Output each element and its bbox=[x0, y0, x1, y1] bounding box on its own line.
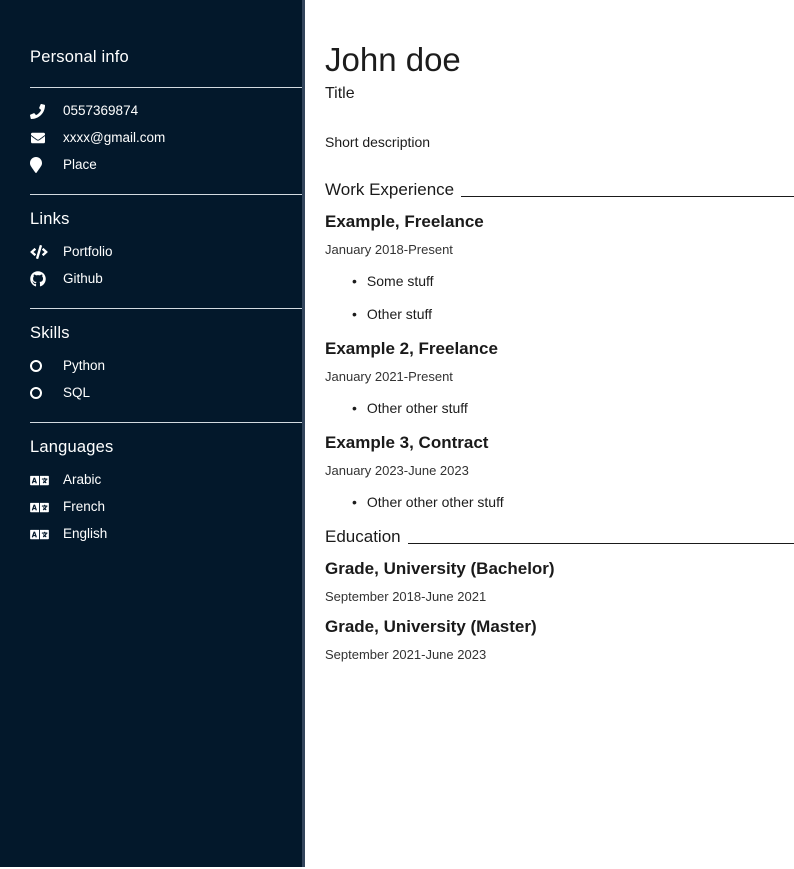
section-divider bbox=[30, 422, 302, 423]
work-entry-bullets: Some stuff Other stuff bbox=[325, 273, 794, 323]
skill-label: SQL bbox=[63, 384, 90, 402]
language-icon bbox=[30, 473, 50, 488]
skill-label: Python bbox=[63, 357, 105, 375]
work-experience-title: Work Experience bbox=[325, 180, 454, 200]
section-divider bbox=[30, 87, 302, 88]
language-icon bbox=[30, 500, 50, 515]
github-icon bbox=[30, 271, 50, 287]
language-label: Arabic bbox=[63, 471, 101, 489]
phone-icon bbox=[30, 104, 50, 119]
personal-info-items: 0557369874 xxxx@gmail.com Place bbox=[30, 102, 302, 174]
skills-items: Python SQL bbox=[30, 357, 302, 402]
short-description: Short description bbox=[325, 134, 794, 150]
language-label: English bbox=[63, 525, 107, 543]
code-icon bbox=[30, 245, 50, 259]
skill-item: SQL bbox=[30, 384, 302, 402]
bullet-item: Other other other stuff bbox=[352, 494, 794, 511]
work-entry-date: January 2021-Present bbox=[325, 369, 794, 385]
sidebar-section-title-languages: Languages bbox=[30, 438, 302, 457]
language-icon bbox=[30, 527, 50, 542]
work-entry-date: January 2023-June 2023 bbox=[325, 463, 794, 479]
sidebar: Personal info 0557369874 xxxx@gmail.com … bbox=[0, 0, 305, 867]
bullet-item: Some stuff bbox=[352, 273, 794, 290]
name-heading: John doe bbox=[325, 40, 794, 80]
links-items: Portfolio Github bbox=[30, 243, 302, 288]
work-entry-bullets: Other other stuff bbox=[325, 400, 794, 417]
sidebar-section-title-personal-info: Personal info bbox=[30, 48, 302, 67]
section-divider bbox=[30, 194, 302, 195]
circle-icon bbox=[30, 360, 50, 372]
email-address: xxxx@gmail.com bbox=[63, 129, 165, 147]
bullet-item: Other stuff bbox=[352, 306, 794, 323]
location-item: Place bbox=[30, 156, 302, 174]
sidebar-section-title-skills: Skills bbox=[30, 324, 302, 343]
github-label: Github bbox=[63, 270, 103, 288]
education-entry-date: September 2018-June 2021 bbox=[325, 589, 794, 605]
heading-rule bbox=[461, 196, 794, 197]
section-divider bbox=[30, 308, 302, 309]
work-entry-title: Example, Freelance bbox=[325, 212, 794, 232]
portfolio-label: Portfolio bbox=[63, 243, 113, 261]
job-title: Title bbox=[325, 85, 794, 103]
phone-number: 0557369874 bbox=[63, 102, 138, 120]
github-link[interactable]: Github bbox=[30, 270, 302, 288]
location-pin-icon bbox=[30, 157, 50, 173]
education-entry-title: Grade, University (Bachelor) bbox=[325, 559, 794, 579]
language-label: French bbox=[63, 498, 105, 516]
education-heading: Education bbox=[325, 527, 794, 547]
language-item: French bbox=[30, 498, 302, 516]
work-entry-title: Example 2, Freelance bbox=[325, 339, 794, 359]
language-item: English bbox=[30, 525, 302, 543]
sidebar-section-title-links: Links bbox=[30, 210, 302, 229]
work-entry-title: Example 3, Contract bbox=[325, 433, 794, 453]
education-title: Education bbox=[325, 527, 401, 547]
heading-rule bbox=[408, 543, 794, 544]
language-item: Arabic bbox=[30, 471, 302, 489]
portfolio-link[interactable]: Portfolio bbox=[30, 243, 302, 261]
work-entry-bullets: Other other other stuff bbox=[325, 494, 794, 511]
circle-icon bbox=[30, 387, 50, 399]
email-item: xxxx@gmail.com bbox=[30, 129, 302, 147]
languages-items: Arabic French English bbox=[30, 471, 302, 543]
skill-item: Python bbox=[30, 357, 302, 375]
education-entry-date: September 2021-June 2023 bbox=[325, 647, 794, 663]
location-label: Place bbox=[63, 156, 97, 174]
education-entry-title: Grade, University (Master) bbox=[325, 617, 794, 637]
phone-item: 0557369874 bbox=[30, 102, 302, 120]
envelope-icon bbox=[30, 131, 50, 145]
resume-page: Personal info 0557369874 xxxx@gmail.com … bbox=[0, 0, 794, 869]
main-content: John doe Title Short description Work Ex… bbox=[305, 0, 794, 869]
work-entry-date: January 2018-Present bbox=[325, 242, 794, 258]
work-experience-heading: Work Experience bbox=[325, 180, 794, 200]
bullet-item: Other other stuff bbox=[352, 400, 794, 417]
